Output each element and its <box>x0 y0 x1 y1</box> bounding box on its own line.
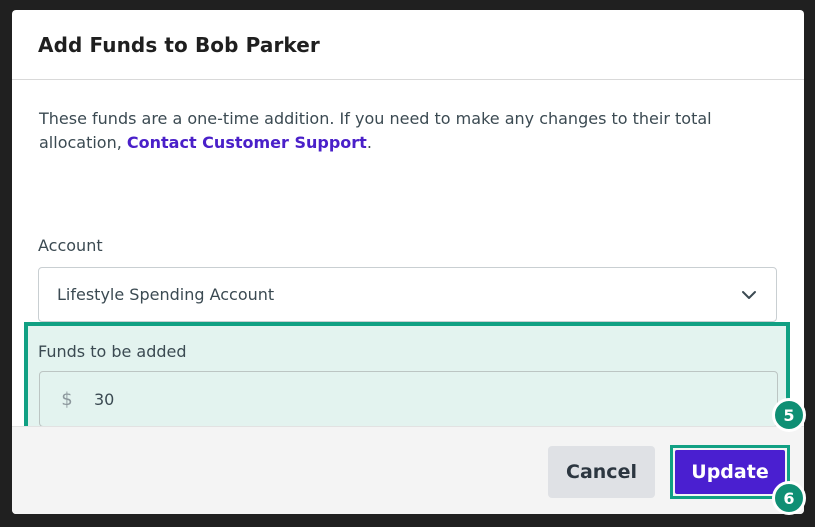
funds-highlight-box: Funds to be added $ 30 <box>24 322 790 440</box>
account-label: Account <box>38 236 103 255</box>
add-funds-modal: Add Funds to Bob Parker These funds are … <box>12 10 804 514</box>
update-button-highlight: Update <box>670 445 790 499</box>
chevron-down-icon <box>742 291 756 299</box>
modal-header: Add Funds to Bob Parker <box>12 10 804 80</box>
step-badge-6: 6 <box>772 481 806 515</box>
intro-text-end: . <box>366 133 372 152</box>
funds-label: Funds to be added <box>38 342 187 361</box>
funds-amount-value: 30 <box>94 389 115 409</box>
funds-amount-input[interactable]: $ 30 <box>39 371 778 427</box>
modal-title: Add Funds to Bob Parker <box>38 32 320 57</box>
update-button[interactable]: Update <box>675 450 785 494</box>
account-select[interactable]: Lifestyle Spending Account <box>38 267 777 322</box>
intro-text: These funds are a one-time addition. If … <box>39 107 769 155</box>
modal-body: These funds are a one-time addition. If … <box>12 107 804 440</box>
account-select-value: Lifestyle Spending Account <box>57 285 275 304</box>
modal-footer: Cancel Update <box>12 426 804 514</box>
step-badge-5: 5 <box>772 398 806 432</box>
contact-support-link[interactable]: Contact Customer Support <box>127 133 367 152</box>
cancel-button[interactable]: Cancel <box>548 446 655 498</box>
currency-symbol: $ <box>61 388 73 410</box>
